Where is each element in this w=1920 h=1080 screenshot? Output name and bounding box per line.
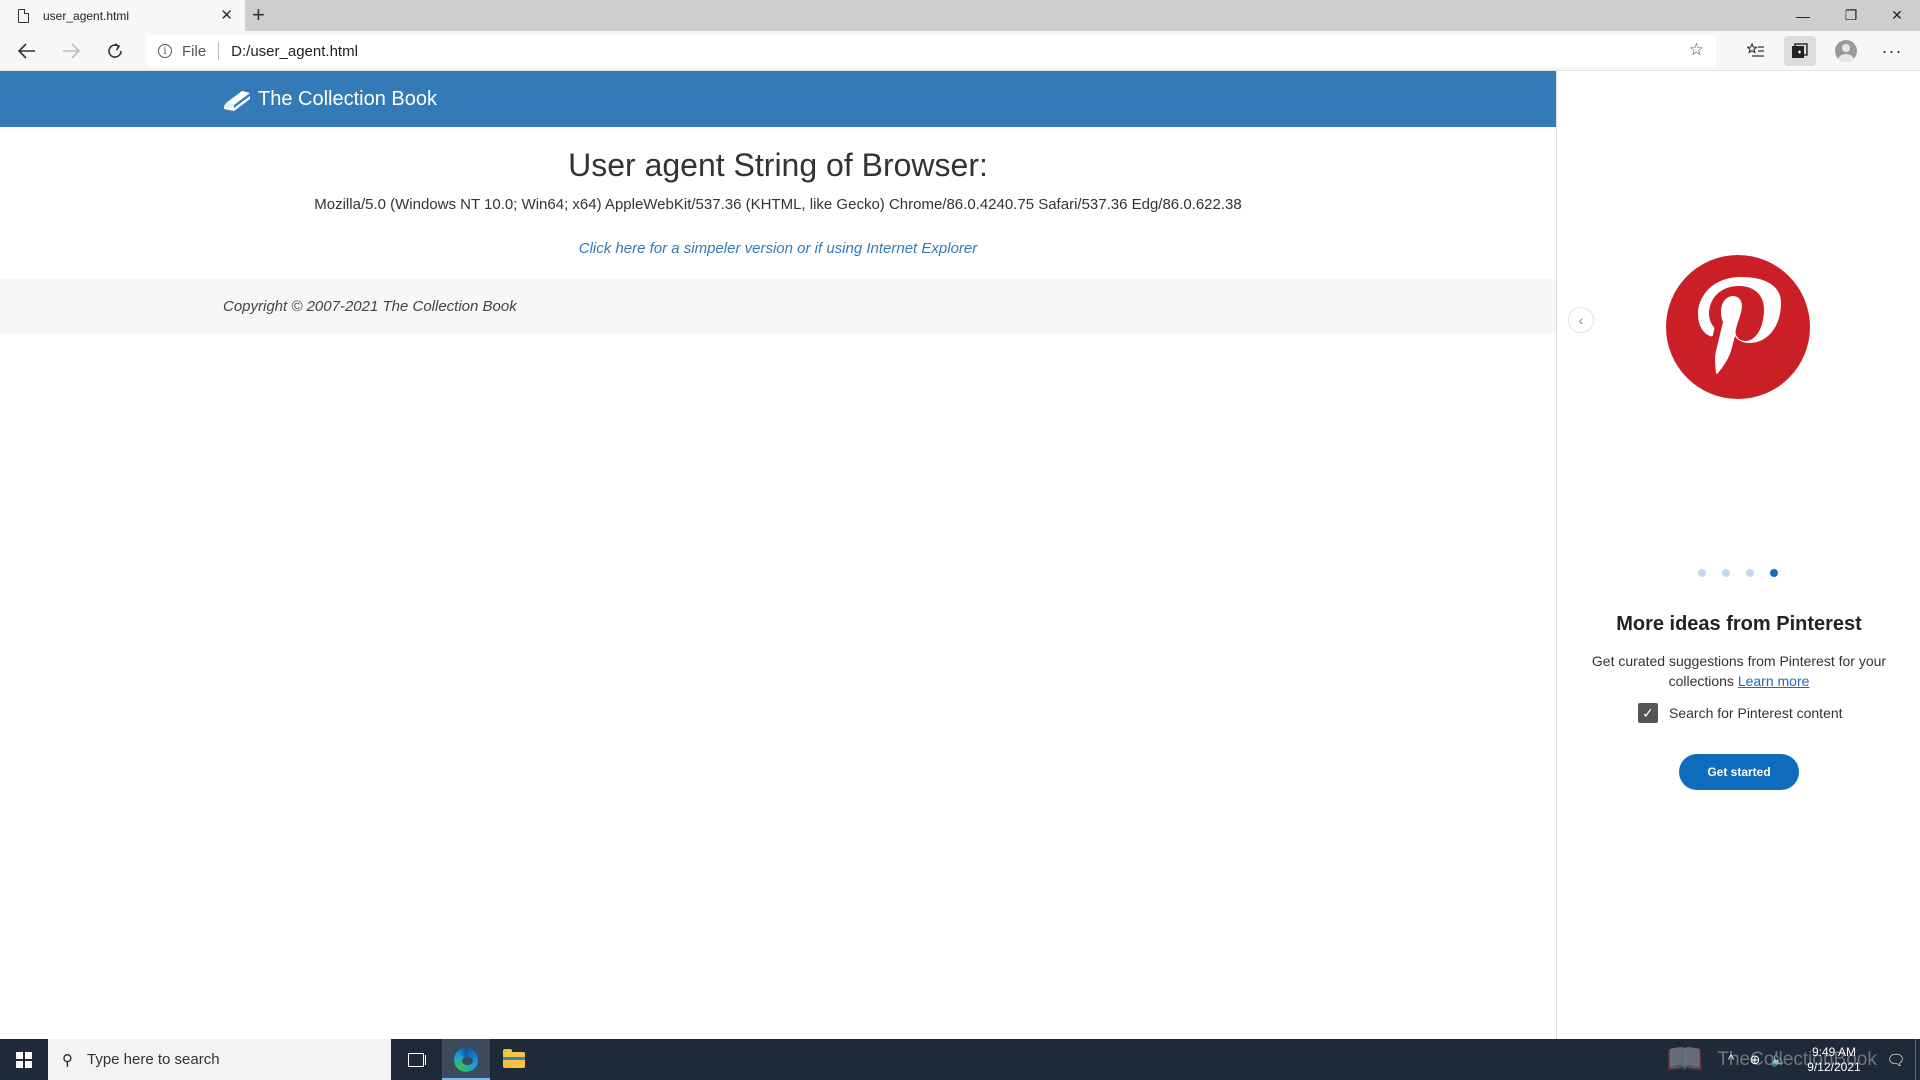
network-icon[interactable]: ⊕ [1743,1052,1767,1068]
book-logo-icon [224,91,250,111]
show-hidden-icons-icon[interactable]: ^ [1719,1052,1743,1067]
pinterest-search-option[interactable]: ✓ Search for Pinterest content [1638,703,1843,723]
close-tab-icon[interactable]: ✕ [220,6,233,24]
windows-taskbar: ⚲ Type here to search 📖 TheCollectionBoo… [0,1039,1920,1080]
clock-date: 9/12/2021 [1807,1059,1861,1074]
carousel-dot[interactable] [1746,569,1754,577]
checkbox-label: Search for Pinterest content [1669,705,1843,721]
collections-pane: ‹ More ideas from Pinterest Get curated … [1556,71,1920,1039]
edge-taskbar-button[interactable] [442,1039,490,1080]
taskbar-search-placeholder: Type here to search [87,1051,220,1068]
volume-icon[interactable]: 🔈 [1767,1052,1791,1068]
minimize-button[interactable]: — [1780,0,1826,31]
page-icon [18,8,29,23]
browser-toolbar: i File D:/user_agent.html ☆ ··· [0,31,1920,71]
page-footer: Copyright © 2007-2021 The Collection Boo… [0,279,1556,333]
collections-button[interactable] [1784,36,1816,66]
refresh-button[interactable] [100,36,130,66]
edge-icon [454,1047,478,1072]
avatar [1835,40,1857,62]
more-options-icon[interactable]: ··· [1876,36,1908,66]
file-explorer-button[interactable] [490,1039,538,1080]
carousel-dot[interactable] [1698,569,1706,577]
pinterest-search-checkbox[interactable]: ✓ [1638,703,1658,723]
site-brand[interactable]: The Collection Book [258,88,437,111]
favorite-star-icon[interactable]: ☆ [1689,40,1704,60]
favorites-button[interactable] [1740,36,1772,66]
carousel-dot[interactable] [1722,569,1730,577]
system-tray: ^ ⊕ 🔈 9:49 AM 9/12/2021 🗨 [1719,1039,1920,1080]
watermark-book-icon: 📖 [1666,1043,1704,1076]
site-header: The Collection Book [0,71,1556,127]
address-scheme: File [182,42,207,60]
task-view-icon [408,1052,426,1067]
profile-button[interactable] [1830,36,1862,66]
browser-tab-strip: user_agent.html ✕ + — ❐ ✕ [0,0,1920,31]
collections-icon [1792,43,1808,58]
back-button[interactable] [12,36,42,66]
pane-description: Get curated suggestions from Pinterest f… [1583,651,1895,691]
address-separator [218,42,220,60]
forward-button[interactable] [56,36,86,66]
forward-arrow-icon [63,43,80,59]
start-button[interactable] [0,1039,47,1080]
user-agent-string: Mozilla/5.0 (Windows NT 10.0; Win64; x64… [314,196,1242,213]
info-icon[interactable]: i [158,44,172,58]
restore-button[interactable]: ❐ [1828,0,1874,31]
pinterest-logo-icon [1666,255,1810,399]
search-icon: ⚲ [62,1051,73,1069]
web-page: The Collection Book User agent String of… [0,71,1556,1039]
close-window-button[interactable]: ✕ [1874,0,1920,31]
notification-icon[interactable]: 🗨 [1877,1051,1915,1069]
browser-tab[interactable]: user_agent.html ✕ [0,0,245,31]
page-title: User agent String of Browser: [568,147,988,183]
pane-title: More ideas from Pinterest [1616,613,1862,635]
learn-more-link[interactable]: Learn more [1738,673,1810,689]
favorites-list-icon [1747,43,1764,57]
new-tab-button[interactable]: + [252,2,265,28]
back-arrow-icon [18,43,35,59]
folder-icon [503,1048,525,1068]
address-url[interactable]: D:/user_agent.html [231,43,358,60]
task-view-button[interactable] [392,1039,440,1080]
clock[interactable]: 9:49 AM 9/12/2021 [1791,1045,1877,1075]
get-started-button[interactable]: Get started [1679,754,1799,790]
address-bar[interactable]: i File D:/user_agent.html ☆ [146,35,1716,67]
clock-time: 9:49 AM [1811,1044,1857,1059]
pane-back-button[interactable]: ‹ [1568,307,1594,333]
tab-title: user_agent.html [43,8,130,23]
taskbar-search[interactable]: ⚲ Type here to search [48,1039,391,1080]
carousel-dot-active[interactable] [1770,569,1778,577]
carousel-dots [1698,569,1778,577]
refresh-icon [108,43,122,58]
show-desktop-button[interactable] [1915,1039,1920,1080]
simple-version-link[interactable]: Click here for a simpeler version or if … [0,240,1556,257]
windows-logo-icon [15,1051,32,1068]
copyright-text: Copyright © 2007-2021 The Collection Boo… [223,297,517,315]
